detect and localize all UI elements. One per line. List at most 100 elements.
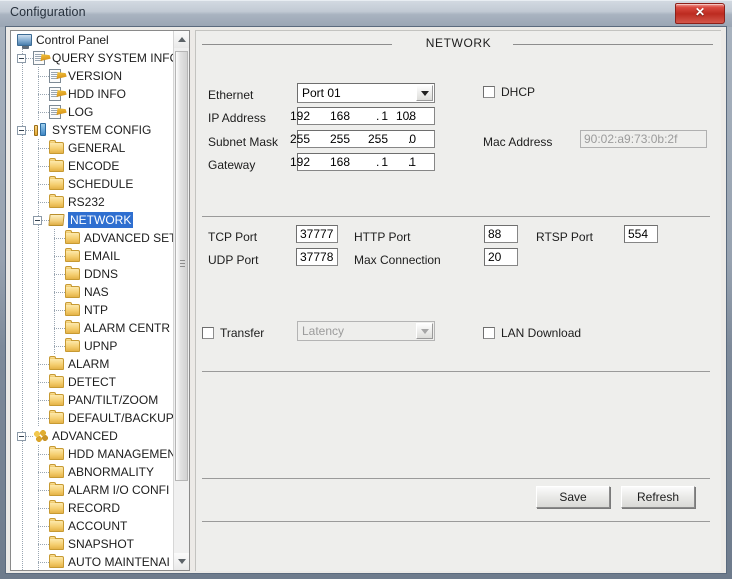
tree-item-hdd-info[interactable]: HDD INFO	[11, 85, 174, 103]
chevron-up-icon	[178, 37, 186, 42]
tree-guide-line	[22, 319, 23, 337]
transfer-checkbox-box[interactable]	[202, 327, 214, 339]
gateway-octet-3[interactable]: 1	[358, 154, 388, 170]
section-divider-4	[202, 521, 710, 522]
tree-item-rs232[interactable]: RS232	[11, 193, 174, 211]
tree-item-alarm-centr[interactable]: ALARM CENTR	[11, 319, 174, 337]
tree-item-label: GENERAL	[68, 141, 126, 155]
ip-address-octet-2[interactable]: 168	[320, 108, 350, 124]
ethernet-dropdown-button[interactable]	[416, 85, 433, 101]
tree-guide-line	[38, 472, 49, 473]
max-connection-value: 20	[488, 250, 502, 264]
tree-item-system-config[interactable]: SYSTEM CONFIG	[11, 121, 174, 139]
panel-header: NETWORK	[196, 36, 721, 54]
tree-item-auto-maintenai[interactable]: AUTO MAINTENAI	[11, 553, 174, 570]
tree-item-log[interactable]: LOG	[11, 103, 174, 121]
tree-item-schedule[interactable]: SCHEDULE	[11, 175, 174, 193]
tree-item-general[interactable]: GENERAL	[11, 139, 174, 157]
folder-icon	[49, 176, 64, 190]
tree-item-detect[interactable]: DETECT	[11, 373, 174, 391]
tree-item-email[interactable]: EMAIL	[11, 247, 174, 265]
folder-icon	[65, 338, 80, 352]
tree-item-upnp[interactable]: UPNP	[11, 337, 174, 355]
close-button[interactable]: ✕	[675, 3, 725, 24]
folder-icon	[49, 356, 64, 370]
gateway-octet-4[interactable]: 1	[386, 154, 416, 170]
mac-address-label: Mac Address	[483, 135, 553, 149]
tree-expander-collapse-icon[interactable]	[17, 432, 26, 441]
gateway-octet-1[interactable]: 192	[280, 154, 310, 170]
rtsp-port-input[interactable]: 554	[624, 225, 658, 243]
gateway-input[interactable]: 192 168 1 1...	[290, 153, 435, 171]
tree-item-label: SYSTEM CONFIG	[52, 123, 152, 137]
tree-guide-line	[54, 238, 65, 239]
max-connection-label: Max Connection	[354, 253, 441, 267]
client-area: Control Panel QUERY SYSTEM INFO VERSION HDD…	[5, 26, 727, 574]
tree-guide-line	[22, 517, 23, 535]
tree-item-alarm-i-o-confi[interactable]: ALARM I/O CONFI	[11, 481, 174, 499]
ip-address-label: IP Address	[208, 111, 266, 125]
section-divider-3	[202, 478, 710, 479]
udp-port-input[interactable]: 37778	[296, 248, 338, 266]
latency-value: Latency	[302, 324, 345, 338]
folder-icon	[65, 302, 80, 316]
tree-item-network[interactable]: NETWORK	[11, 211, 174, 229]
subnet-mask-octet-2[interactable]: 255	[320, 131, 350, 147]
tree-item-label: ABNORMALITY	[68, 465, 155, 479]
tree-guide-line	[22, 553, 23, 570]
tree-item-hdd-managemen[interactable]: HDD MANAGEMEN	[11, 445, 174, 463]
ip-address-octet-4[interactable]: 108	[386, 108, 416, 124]
max-connection-input[interactable]: 20	[484, 248, 518, 266]
lan-download-checkbox-box[interactable]	[483, 327, 495, 339]
tree-expander-collapse-icon[interactable]	[17, 126, 26, 135]
tree-guide-line	[22, 355, 23, 373]
gateway-octet-2[interactable]: 168	[320, 154, 350, 170]
tree-guide-line	[54, 256, 65, 257]
tree-item-nas[interactable]: NAS	[11, 283, 174, 301]
dhcp-checkbox-box[interactable]	[483, 86, 495, 98]
subnet-mask-octet-1[interactable]: 255	[280, 131, 310, 147]
tree-item-alarm[interactable]: ALARM	[11, 355, 174, 373]
tree-item-account[interactable]: ACCOUNT	[11, 517, 174, 535]
ip-address-input[interactable]: 192 168 1 108...	[290, 107, 435, 125]
tree-expander-collapse-icon[interactable]	[33, 216, 42, 225]
udp-port-label: UDP Port	[208, 253, 259, 267]
ip-address-octet-1[interactable]: 192	[280, 108, 310, 124]
subnet-mask-label: Subnet Mask	[208, 135, 279, 149]
ip-address-separator-3: .	[408, 109, 412, 123]
tree-item-label: VERSION	[68, 69, 123, 83]
rtsp-port-value: 554	[628, 227, 649, 241]
subnet-mask-octet-3[interactable]: 255	[358, 131, 388, 147]
scroll-up-button[interactable]	[174, 31, 189, 48]
tree-expander-collapse-icon[interactable]	[17, 54, 26, 63]
tree-item-version[interactable]: VERSION	[11, 67, 174, 85]
tree-item-ntp[interactable]: NTP	[11, 301, 174, 319]
subnet-mask-octet-4[interactable]: 0	[386, 131, 416, 147]
tree-guide-line	[54, 346, 65, 347]
http-port-input[interactable]: 88	[484, 225, 518, 243]
title-bar[interactable]: Configuration ✕	[0, 0, 732, 27]
close-icon: ✕	[694, 5, 706, 19]
tree-item-label: NAS	[84, 285, 109, 299]
tree-item-ddns[interactable]: DDNS	[11, 265, 174, 283]
subnet-mask-input[interactable]: 255 255 255 0...	[290, 130, 435, 148]
tree-item-default-backup[interactable]: DEFAULT/BACKUP	[11, 409, 174, 427]
save-button[interactable]: Save	[536, 486, 610, 508]
tree-item-control-panel[interactable]: Control Panel	[11, 31, 174, 49]
scroll-down-button[interactable]	[174, 553, 189, 570]
tree-item-abnormality[interactable]: ABNORMALITY	[11, 463, 174, 481]
refresh-button[interactable]: Refresh	[621, 486, 695, 508]
tree-item-query-system-info[interactable]: QUERY SYSTEM INFO	[11, 49, 174, 67]
tree-item-advanced-set[interactable]: ADVANCED SET	[11, 229, 174, 247]
tree-item-snapshot[interactable]: SNAPSHOT	[11, 535, 174, 553]
ip-address-octet-3[interactable]: 1	[358, 108, 388, 124]
scrollbar-thumb[interactable]	[175, 51, 188, 481]
ethernet-select[interactable]: Port 01	[297, 83, 435, 103]
latency-dropdown-button	[416, 323, 433, 339]
tree-item-pan-tilt-zoom[interactable]: PAN/TILT/ZOOM	[11, 391, 174, 409]
tree-item-encode[interactable]: ENCODE	[11, 157, 174, 175]
tree-item-advanced[interactable]: ADVANCED	[11, 427, 174, 445]
tcp-port-input[interactable]: 37777	[296, 225, 338, 243]
tree-item-record[interactable]: RECORD	[11, 499, 174, 517]
tree-vertical-scrollbar[interactable]	[173, 31, 189, 570]
